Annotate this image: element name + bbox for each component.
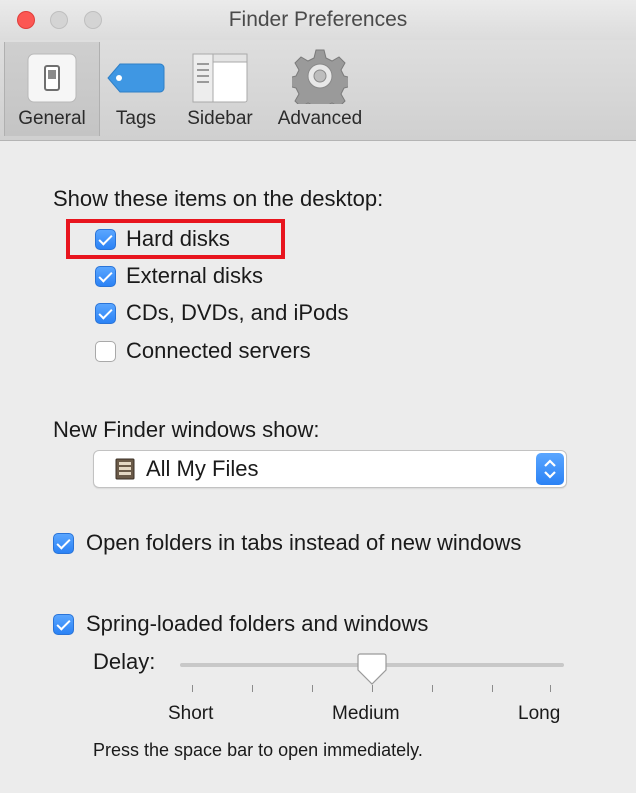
new-window-select-value: All My Files — [146, 456, 259, 481]
cds-dvds-ipods-label: CDs, DVDs, and iPods — [126, 300, 349, 325]
tab-general-label: General — [18, 108, 86, 129]
slider-tick — [372, 685, 373, 692]
delay-slider-thumb[interactable] — [356, 652, 388, 686]
delay-short-label: Short — [168, 703, 214, 724]
tab-tags-label: Tags — [115, 108, 157, 129]
hard-disks-label: Hard disks — [126, 226, 230, 251]
tag-icon — [107, 63, 165, 93]
space-bar-hint: Press the space bar to open immediately. — [93, 740, 423, 760]
slider-tick — [550, 685, 551, 692]
delay-long-label: Long — [518, 703, 561, 724]
chevron-updown-icon — [544, 459, 556, 479]
select-stepper[interactable] — [536, 453, 564, 485]
title-bar: Finder Preferences — [0, 0, 636, 40]
tab-sidebar-label: Sidebar — [187, 108, 253, 129]
delay-label: Delay: — [93, 649, 156, 674]
connected-servers-label: Connected servers — [126, 338, 311, 363]
tab-advanced[interactable]: Advanced — [270, 42, 370, 136]
slider-tick — [432, 685, 433, 692]
desktop-items-heading: Show these items on the desktop: — [53, 186, 384, 211]
connected-servers-checkbox[interactable] — [95, 341, 116, 362]
tab-advanced-label: Advanced — [277, 108, 363, 129]
hard-disks-checkbox[interactable] — [95, 229, 116, 250]
window-title: Finder Preferences — [228, 8, 408, 31]
slider-tick — [192, 685, 193, 692]
cds-dvds-ipods-checkbox[interactable] — [95, 303, 116, 324]
gear-icon — [292, 49, 348, 104]
spring-loaded-checkbox[interactable] — [53, 614, 74, 635]
open-in-tabs-checkbox[interactable] — [53, 533, 74, 554]
preferences-toolbar: General Tags Sidebar Advanced — [0, 40, 636, 141]
new-window-heading: New Finder windows show: — [53, 417, 320, 442]
external-disks-label: External disks — [126, 263, 263, 288]
tab-sidebar[interactable]: Sidebar — [176, 42, 264, 136]
new-window-select[interactable]: All My Files — [93, 450, 567, 488]
slider-tick — [492, 685, 493, 692]
all-my-files-icon — [115, 458, 135, 480]
tab-general[interactable]: General — [4, 42, 100, 136]
delay-medium-label: Medium — [332, 703, 400, 724]
slider-tick — [252, 685, 253, 692]
external-disks-checkbox[interactable] — [95, 266, 116, 287]
tab-tags[interactable]: Tags — [104, 42, 168, 136]
open-in-tabs-label: Open folders in tabs instead of new wind… — [86, 530, 522, 555]
general-switch-icon — [27, 53, 77, 103]
sidebar-window-icon — [192, 53, 248, 103]
spring-loaded-label: Spring-loaded folders and windows — [86, 611, 429, 636]
slider-tick — [312, 685, 313, 692]
